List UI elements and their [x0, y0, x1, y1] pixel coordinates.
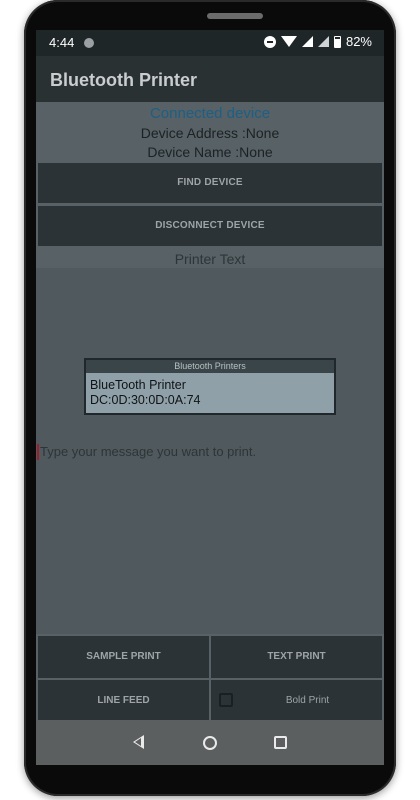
connected-device-label: Connected device	[149, 105, 271, 122]
printer-text-label: Printer Text	[174, 251, 246, 267]
wifi-icon	[280, 36, 297, 47]
printer-list-item[interactable]: BlueTooth Printer DC:0D:30:0D:0A:74	[86, 373, 334, 408]
navigation-bar	[36, 720, 384, 765]
recents-icon[interactable]	[274, 736, 287, 749]
printer-address: DC:0D:30:0D:0A:74	[90, 393, 201, 407]
message-placeholder: Type your message you want to print.	[40, 444, 257, 459]
device-address: Device Address :None	[140, 125, 280, 141]
text-print-button[interactable]: TEXT PRINT	[211, 636, 382, 678]
find-device-button[interactable]: FIND DEVICE	[38, 163, 382, 203]
text-cursor	[37, 444, 39, 460]
message-input[interactable]: Type your message you want to print.	[36, 268, 384, 634]
line-feed-button[interactable]: LINE FEED	[38, 680, 209, 722]
screen: 4:44 82% Bluetooth Printer Connected dev…	[36, 30, 384, 765]
status-bar: 4:44 82%	[36, 30, 384, 56]
back-icon[interactable]	[133, 735, 144, 749]
device-name: Device Name :None	[147, 144, 273, 160]
home-icon[interactable]	[203, 736, 217, 750]
printer-name: BlueTooth Printer	[90, 378, 186, 392]
signal-secondary-icon	[317, 36, 329, 47]
app-title: Bluetooth Printer	[50, 70, 197, 90]
battery-level: 82%	[345, 34, 372, 49]
status-time: 4:44	[49, 35, 75, 50]
bold-print-label: Bold Print	[285, 695, 330, 706]
bluetooth-printers-dialog: Bluetooth Printers BlueTooth Printer DC:…	[84, 358, 336, 415]
app-bar: Bluetooth Printer	[36, 56, 384, 102]
do-not-disturb-icon	[263, 35, 276, 48]
disconnect-device-button[interactable]: DISCONNECT DEVICE	[38, 206, 382, 246]
notification-dot-icon	[84, 38, 94, 48]
signal-icon	[301, 36, 313, 47]
status-icons: 82%	[263, 34, 372, 49]
battery-icon	[333, 35, 341, 48]
dialog-title: Bluetooth Printers	[86, 360, 334, 373]
sample-print-button[interactable]: SAMPLE PRINT	[38, 636, 209, 678]
bold-print-toggle[interactable]: Bold Print	[211, 680, 382, 722]
phone-speaker	[207, 13, 263, 19]
